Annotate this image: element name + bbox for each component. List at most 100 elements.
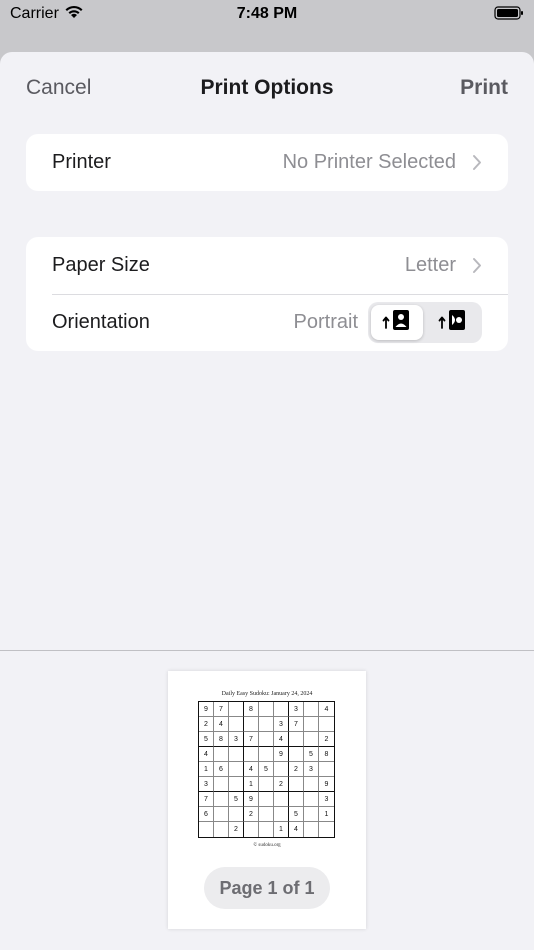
page-preview[interactable]: Daily Easy Sudoku: January 24, 2024 9783…: [168, 671, 366, 929]
sudoku-cell: 3: [289, 702, 304, 717]
sudoku-cell: 5: [289, 807, 304, 822]
sudoku-cell: [199, 822, 214, 837]
orientation-segmented-control: [368, 302, 482, 343]
sudoku-cell: [304, 732, 319, 747]
printer-label: Printer: [52, 151, 111, 173]
sudoku-cell: [289, 777, 304, 792]
sudoku-cell: 9: [319, 777, 334, 792]
orientation-label: Orientation: [52, 311, 150, 333]
print-options-sheet: Cancel Print Options Print Printer No Pr…: [0, 52, 534, 950]
sudoku-cell: [289, 747, 304, 762]
portrait-orientation-icon: [382, 308, 412, 337]
sudoku-cell: 4: [244, 762, 259, 777]
chevron-right-icon: [472, 257, 482, 279]
sudoku-cell: [304, 702, 319, 717]
sudoku-cell: 5: [229, 792, 244, 807]
sudoku-cell: 8: [214, 732, 229, 747]
sudoku-cell: [319, 762, 334, 777]
sudoku-cell: 3: [304, 762, 319, 777]
sudoku-cell: 7: [244, 732, 259, 747]
sudoku-cell: [214, 747, 229, 762]
sudoku-cell: 4: [214, 717, 229, 732]
sudoku-cell: 2: [289, 762, 304, 777]
battery-icon: [494, 5, 524, 26]
sudoku-cell: [244, 717, 259, 732]
sudoku-grid: 9783424375837424958164523312975936251214: [198, 701, 335, 838]
sudoku-cell: 6: [199, 807, 214, 822]
sudoku-cell: 9: [274, 747, 289, 762]
orientation-row: Orientation Portrait: [26, 294, 508, 351]
sudoku-cell: [304, 792, 319, 807]
sudoku-cell: [259, 747, 274, 762]
printer-group: Printer No Printer Selected: [26, 134, 508, 191]
preview-title: Daily Easy Sudoku: January 24, 2024: [221, 691, 313, 697]
portrait-orientation-button[interactable]: [371, 305, 423, 340]
sudoku-cell: [274, 702, 289, 717]
sudoku-cell: [259, 702, 274, 717]
sudoku-cell: [229, 807, 244, 822]
clock: 7:48 PM: [236, 5, 298, 22]
sudoku-cell: [259, 777, 274, 792]
sudoku-cell: 3: [199, 777, 214, 792]
sudoku-cell: 3: [274, 717, 289, 732]
sudoku-cell: [319, 717, 334, 732]
sudoku-cell: 4: [319, 702, 334, 717]
sudoku-cell: [229, 762, 244, 777]
page-count-badge: Page 1 of 1: [204, 867, 330, 909]
sudoku-cell: 2: [274, 777, 289, 792]
sudoku-cell: [214, 777, 229, 792]
paper-size-row[interactable]: Paper Size Letter: [26, 237, 508, 295]
sudoku-cell: [259, 717, 274, 732]
sudoku-cell: [229, 702, 244, 717]
sudoku-cell: 1: [199, 762, 214, 777]
status-bar: Carrier 7:48 PM: [0, 0, 534, 30]
paper-size-label: Paper Size: [52, 254, 150, 276]
sudoku-cell: [304, 777, 319, 792]
sudoku-cell: 8: [319, 747, 334, 762]
sudoku-cell: 1: [244, 777, 259, 792]
sudoku-cell: [304, 717, 319, 732]
sudoku-cell: [319, 822, 334, 837]
sudoku-cell: 2: [244, 807, 259, 822]
chevron-right-icon: [472, 154, 482, 176]
printer-row[interactable]: Printer No Printer Selected: [26, 134, 508, 191]
sudoku-cell: [229, 747, 244, 762]
sudoku-cell: 5: [259, 762, 274, 777]
sudoku-cell: [259, 732, 274, 747]
sudoku-cell: [274, 762, 289, 777]
sudoku-cell: [229, 717, 244, 732]
sudoku-cell: [259, 807, 274, 822]
sudoku-cell: [289, 732, 304, 747]
sudoku-cell: [274, 807, 289, 822]
cancel-button[interactable]: Cancel: [26, 76, 91, 100]
sudoku-cell: 4: [199, 747, 214, 762]
orientation-value: Portrait: [293, 311, 358, 333]
sudoku-cell: 3: [229, 732, 244, 747]
sudoku-cell: 9: [199, 702, 214, 717]
sudoku-cell: 7: [214, 702, 229, 717]
sudoku-cell: 2: [229, 822, 244, 837]
sudoku-cell: [259, 792, 274, 807]
sudoku-cell: 2: [319, 732, 334, 747]
print-button[interactable]: Print: [460, 76, 508, 100]
sudoku-cell: 8: [244, 702, 259, 717]
preview-credit: © sudoku.org: [253, 843, 281, 848]
sudoku-cell: 3: [319, 792, 334, 807]
sudoku-cell: 7: [199, 792, 214, 807]
sudoku-cell: [304, 822, 319, 837]
sudoku-cell: 4: [289, 822, 304, 837]
landscape-orientation-icon: [438, 308, 468, 337]
sudoku-cell: [214, 822, 229, 837]
landscape-orientation-button[interactable]: [427, 305, 479, 340]
sudoku-cell: [304, 807, 319, 822]
sudoku-cell: [214, 807, 229, 822]
sudoku-cell: 2: [199, 717, 214, 732]
sudoku-cell: [244, 822, 259, 837]
sudoku-cell: 5: [199, 732, 214, 747]
sudoku-cell: 1: [319, 807, 334, 822]
sudoku-cell: [214, 792, 229, 807]
print-preview-area: Daily Easy Sudoku: January 24, 2024 9783…: [0, 650, 534, 950]
sudoku-cell: [244, 747, 259, 762]
page-setup-group: Paper Size Letter Orientation Portrait: [26, 237, 508, 351]
sudoku-cell: 6: [214, 762, 229, 777]
